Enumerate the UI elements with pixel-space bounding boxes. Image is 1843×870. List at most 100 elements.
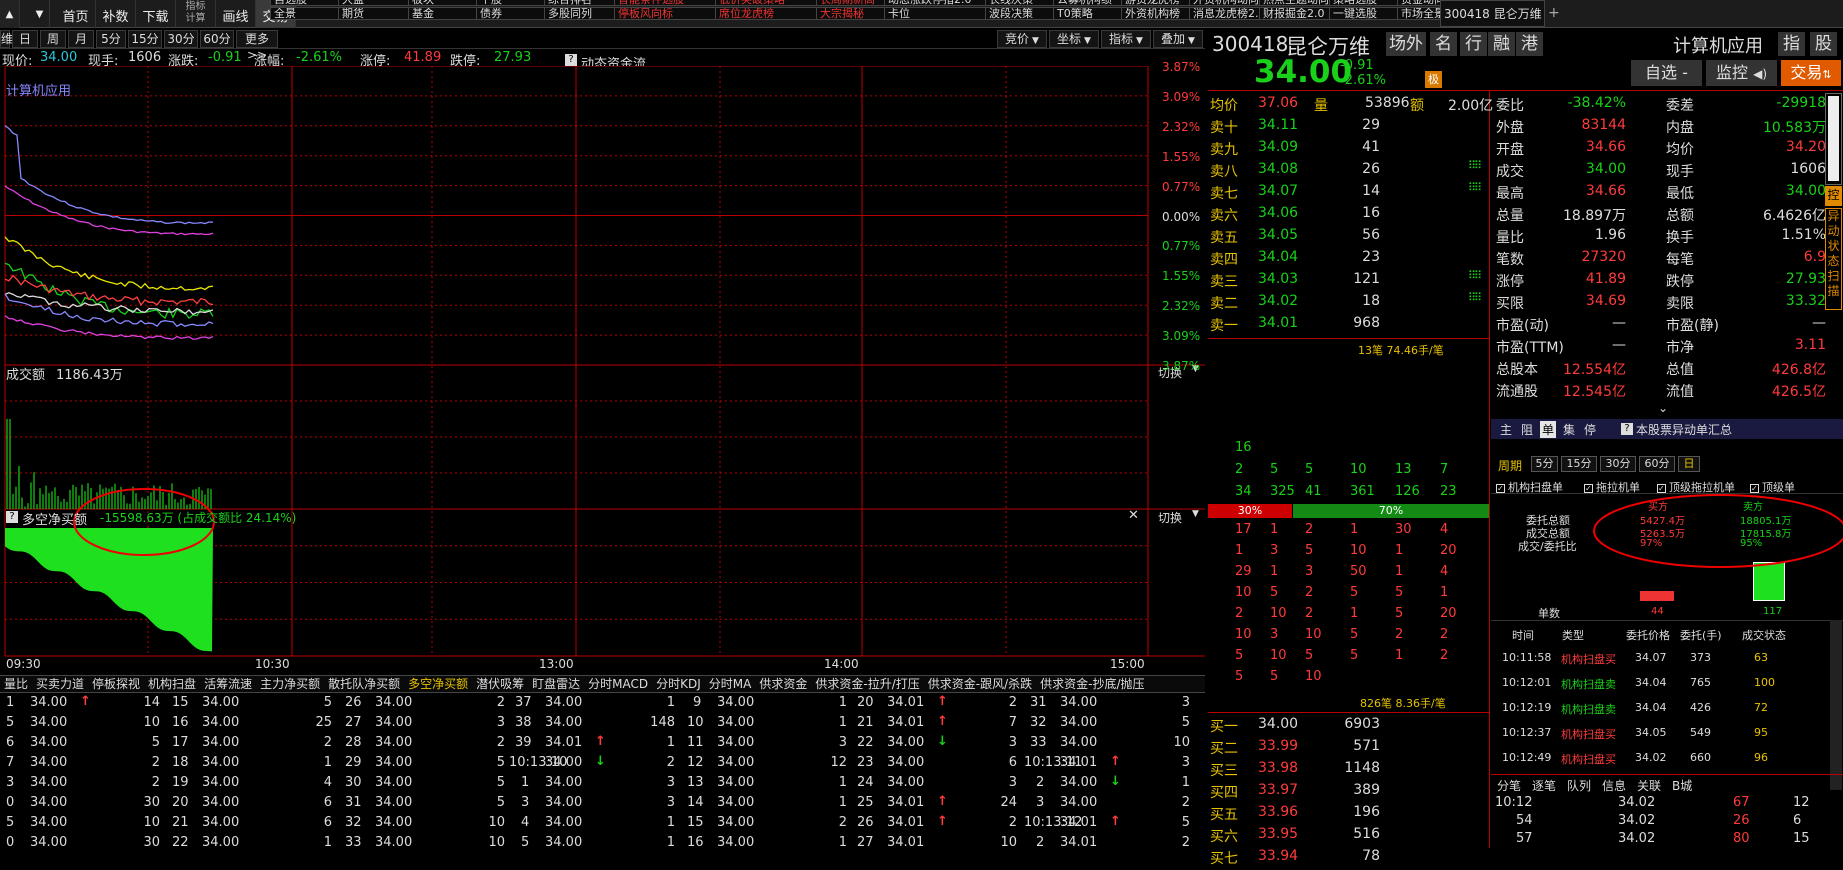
menu-row2-13[interactable]: 财报掘金2.0 — [1259, 7, 1330, 20]
side-scroll[interactable] — [1825, 93, 1842, 185]
panel-tab-2[interactable]: 单 — [1540, 421, 1556, 438]
period-btn-0[interactable]: 维 — [0, 30, 13, 48]
menu-row1-7[interactable]: 长周期新高 — [816, 0, 885, 6]
indicator-tab-6[interactable]: 散托队净买额 — [324, 676, 404, 692]
menu-row1-2[interactable]: 板块 — [408, 0, 477, 6]
menu-row2-4[interactable]: 多股同列 — [544, 7, 615, 20]
tick-tab-0[interactable]: 分笔 — [1497, 777, 1521, 794]
menu-row2-5[interactable]: 停板风向标 — [614, 7, 716, 20]
intraday-chart[interactable] — [0, 65, 1205, 666]
period-btn-8[interactable]: 更多>> — [236, 30, 278, 62]
menu-row1-10[interactable]: 公募机构绩 — [1053, 0, 1122, 6]
menu-row2-6[interactable]: 席位龙虎榜 — [715, 7, 817, 20]
sector-tag-index[interactable]: 指 — [1778, 32, 1805, 56]
summary-link[interactable]: 本股票异动单汇总 — [1636, 421, 1732, 438]
indicator-tab-12[interactable]: 分时MA — [705, 676, 756, 692]
indicator-tab-4[interactable]: 活筹流速 — [200, 676, 256, 692]
period-btn-7[interactable]: 60分 — [200, 30, 234, 48]
period-3[interactable]: 60分 — [1639, 456, 1675, 472]
net-help-icon[interactable]: ? — [6, 511, 18, 523]
indicator-tab-1[interactable]: 买卖力道 — [32, 676, 88, 692]
indicator-tab-5[interactable]: 主力净买额 — [256, 676, 324, 692]
sector-tag-stock[interactable]: 股 — [1810, 32, 1837, 56]
menu-row1-13[interactable]: 热点主题动向 — [1259, 0, 1330, 6]
indicator-tab-8[interactable]: 潜伏吸筹 — [472, 676, 528, 692]
nav-button-2[interactable]: 下载 — [136, 0, 176, 28]
menu-row1-9[interactable]: 长线决策 — [985, 0, 1054, 6]
period-4[interactable]: 日 — [1678, 456, 1700, 472]
buy-level[interactable]: 买三 33.98 1148 — [1210, 760, 1490, 782]
buy-level[interactable]: 买六 33.95 516 — [1210, 826, 1490, 848]
buy-level[interactable]: 买二 33.99 571 — [1210, 738, 1490, 760]
side-control[interactable]: 控 — [1825, 186, 1842, 206]
menu-row1-12[interactable]: 外资机构动向 — [1189, 0, 1260, 6]
period-btn-4[interactable]: 5分 — [96, 30, 126, 48]
panel-tab-0[interactable]: 主 — [1498, 421, 1514, 438]
net-switch-arrow-icon[interactable]: ▼ — [1192, 509, 1199, 519]
menu-row1-14[interactable]: 策略选股 — [1329, 0, 1398, 6]
toolbar-right-3[interactable]: 叠加 ▼ — [1153, 30, 1203, 48]
sell-level[interactable]: 卖九 34.09 41 — [1210, 139, 1490, 161]
sell-level[interactable]: 卖六 34.06 16 — [1210, 205, 1490, 227]
help-icon[interactable]: ? — [565, 54, 577, 66]
menu-row1-0[interactable]: 自选股 — [270, 0, 339, 6]
sell-level[interactable]: 卖一 34.01 968 — [1210, 315, 1490, 337]
buy-level[interactable]: 买四 33.97 389 — [1210, 782, 1490, 804]
indicator-tab-0[interactable]: 量比 — [0, 676, 32, 692]
sell-level[interactable]: 卖十 34.11 29 — [1210, 117, 1490, 139]
menu-row1-3[interactable]: 个股 — [476, 0, 545, 6]
period-btn-1[interactable]: 日 — [12, 30, 38, 48]
indicator-tab-9[interactable]: 盯盘雷达 — [528, 676, 584, 692]
menu-row2-2[interactable]: 基金 — [408, 7, 477, 20]
tick-tab-5[interactable]: B城 — [1672, 777, 1692, 794]
fav-button[interactable]: 自选 - — [1631, 60, 1702, 86]
menu-row2-7[interactable]: 大宗揭秘 — [816, 7, 885, 20]
nav-button-3[interactable]: 指标 计算 — [176, 0, 216, 28]
tick-tab-4[interactable]: 关联 — [1637, 777, 1661, 794]
table-scrollbar[interactable] — [1830, 620, 1842, 790]
indicator-tab-7[interactable]: 多空净买额 — [404, 676, 472, 692]
indicator-tab-11[interactable]: 分时KDJ — [652, 676, 705, 692]
sell-level[interactable]: 卖八 34.08 26 ⠿⠿ — [1210, 159, 1490, 183]
toolbar-right-2[interactable]: 指标 ▼ — [1101, 30, 1151, 48]
indicator-tab-15[interactable]: 供求资金-跟风/杀跌 — [924, 676, 1036, 692]
panel-tab-1[interactable]: 阻 — [1519, 421, 1535, 438]
net-switch[interactable]: 切换 — [1158, 509, 1182, 526]
period-btn-5[interactable]: 15分 — [128, 30, 162, 48]
menu-row2-3[interactable]: 债券 — [476, 7, 545, 20]
menu-row2-10[interactable]: T0策略 — [1053, 7, 1122, 20]
sell-level[interactable]: 卖二 34.02 18 ⠿⠿ — [1210, 291, 1490, 315]
indicator-tab-16[interactable]: 供求资金-抄底/抛压 — [1036, 676, 1148, 692]
toolbar-right-0[interactable]: 竞价 ▼ — [997, 30, 1047, 48]
sell-level[interactable]: 卖七 34.07 14 ⠿⠿ — [1210, 181, 1490, 205]
menu-row1-1[interactable]: 大盘 — [338, 0, 409, 6]
menu-row2-1[interactable]: 期货 — [338, 7, 409, 20]
summary-help-icon[interactable]: ? — [1621, 423, 1633, 435]
period-btn-6[interactable]: 30分 — [164, 30, 198, 48]
side-scan[interactable]: 异动状态扫描 — [1825, 208, 1842, 310]
stock-tag-0[interactable]: 场外 — [1386, 32, 1426, 56]
sell-level[interactable]: 卖五 34.05 56 — [1210, 227, 1490, 249]
buy-level[interactable]: 买七 33.94 78 — [1210, 848, 1490, 870]
stock-tag-3[interactable]: 融 — [1488, 32, 1515, 56]
nav-button-4[interactable]: 画线 — [216, 0, 256, 28]
chart-area[interactable]: 计算机应用 成交额 1186.43万 切换 ▼ ? 多空净买额 -15598.6… — [0, 60, 1205, 671]
menu-row2-9[interactable]: 波段决策 — [985, 7, 1054, 20]
menu-row2-8[interactable]: 卡位 — [884, 7, 986, 20]
nav-button-0[interactable]: 首页 — [56, 0, 96, 28]
period-0[interactable]: 5分 — [1531, 456, 1558, 472]
period-btn-3[interactable]: 月 — [68, 30, 94, 48]
tick-tab-2[interactable]: 队列 — [1567, 777, 1591, 794]
indicator-tab-13[interactable]: 供求资金 — [755, 676, 811, 692]
menu-row1-8[interactable]: 动态涨跌停指2.0 — [884, 0, 986, 6]
collapse-icon[interactable]: ▼ — [30, 0, 50, 28]
expand-icon[interactable]: ⌄ — [1658, 401, 1668, 415]
menu-row2-0[interactable]: 全景 — [270, 7, 339, 20]
stock-tag-2[interactable]: 行 — [1460, 32, 1487, 56]
monitor-button[interactable]: 监控 ◀) — [1706, 60, 1777, 86]
indicator-tab-10[interactable]: 分时MACD — [584, 676, 652, 692]
menu-row1-5[interactable]: 智能条件选股 — [614, 0, 716, 6]
indicator-tab-3[interactable]: 机构扫盘 — [144, 676, 200, 692]
indicator-tab-14[interactable]: 供求资金-拉升/打压 — [811, 676, 923, 692]
trade-button[interactable]: 交易⇅ — [1781, 60, 1841, 86]
